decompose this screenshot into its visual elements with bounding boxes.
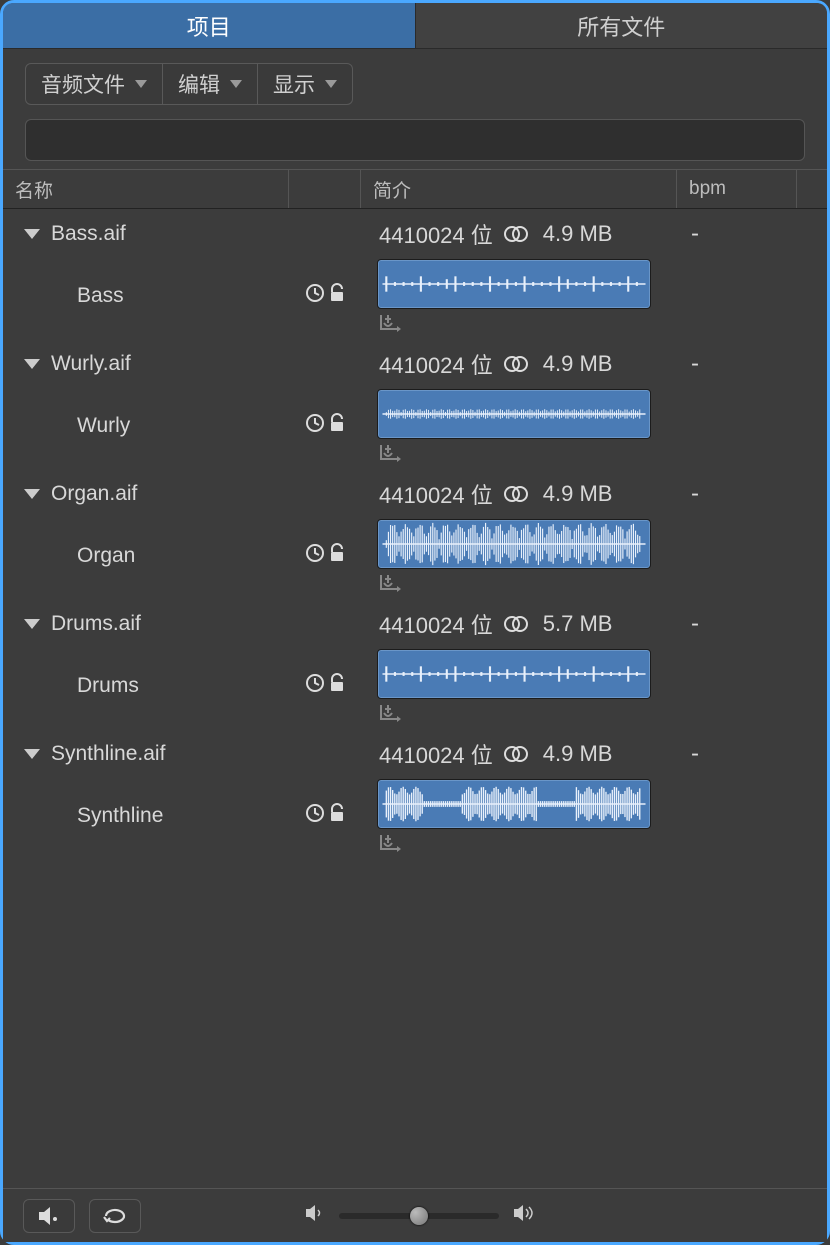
file-bpm: - bbox=[677, 220, 797, 248]
file-spec: 4410024 位 bbox=[379, 738, 493, 770]
column-bpm[interactable]: bpm bbox=[677, 170, 797, 208]
file-item[interactable]: Organ.aif 4410024 位 4.9 MB - Organ bbox=[3, 469, 827, 599]
view-label: 显示 bbox=[273, 69, 315, 99]
file-name[interactable]: Bass.aif bbox=[51, 222, 287, 246]
waveform-preview[interactable] bbox=[377, 389, 651, 439]
clock-icon bbox=[305, 283, 325, 309]
region-row[interactable]: Organ bbox=[3, 519, 827, 599]
column-icons[interactable] bbox=[289, 170, 361, 208]
file-spec: 4410024 位 bbox=[379, 218, 493, 250]
column-pad bbox=[797, 170, 827, 208]
file-size: 4.9 MB bbox=[543, 481, 613, 507]
stereo-icon bbox=[503, 354, 529, 374]
unlock-icon[interactable] bbox=[329, 803, 345, 829]
disclosure-triangle-icon[interactable] bbox=[23, 229, 41, 239]
file-size: 5.7 MB bbox=[543, 611, 613, 637]
loop-icon bbox=[101, 1206, 129, 1226]
disclosure-triangle-icon[interactable] bbox=[23, 359, 41, 369]
region-name[interactable]: Wurly bbox=[51, 414, 289, 438]
volume-slider[interactable] bbox=[339, 1213, 499, 1219]
file-size: 4.9 MB bbox=[543, 741, 613, 767]
stereo-icon bbox=[503, 744, 529, 764]
region-row[interactable]: Synthline bbox=[3, 779, 827, 859]
anchor-icon bbox=[379, 703, 403, 723]
loop-button[interactable] bbox=[89, 1199, 141, 1233]
audio-file-list[interactable]: Bass.aif 4410024 位 4.9 MB - Bass Wurly.aif 4… bbox=[3, 209, 827, 1188]
waveform-preview[interactable] bbox=[377, 259, 651, 309]
speaker-icon bbox=[37, 1206, 61, 1226]
view-menu[interactable]: 显示 bbox=[258, 63, 353, 105]
column-name[interactable]: 名称 bbox=[3, 170, 289, 208]
anchor-icon bbox=[379, 313, 403, 333]
search-input[interactable] bbox=[25, 119, 805, 161]
file-bpm: - bbox=[677, 480, 797, 508]
anchor-icon bbox=[379, 443, 403, 463]
audio-files-menu[interactable]: 音频文件 bbox=[25, 63, 163, 105]
file-item[interactable]: Drums.aif 4410024 位 5.7 MB - Drums bbox=[3, 599, 827, 729]
stereo-icon bbox=[503, 484, 529, 504]
file-size: 4.9 MB bbox=[543, 351, 613, 377]
region-row[interactable]: Wurly bbox=[3, 389, 827, 469]
tab-project[interactable]: 项目 bbox=[3, 3, 415, 49]
file-spec: 4410024 位 bbox=[379, 478, 493, 510]
region-row[interactable]: Bass bbox=[3, 259, 827, 339]
clock-icon bbox=[305, 413, 325, 439]
anchor-icon bbox=[379, 833, 403, 853]
column-info[interactable]: 简介 bbox=[361, 170, 677, 208]
file-item[interactable]: Wurly.aif 4410024 位 4.9 MB - Wurly bbox=[3, 339, 827, 469]
slider-thumb[interactable] bbox=[410, 1207, 428, 1225]
file-bpm: - bbox=[677, 740, 797, 768]
clock-icon bbox=[305, 543, 325, 569]
stereo-icon bbox=[503, 614, 529, 634]
file-spec: 4410024 位 bbox=[379, 608, 493, 640]
tab-bar: 项目 所有文件 bbox=[3, 3, 827, 49]
clock-icon bbox=[305, 673, 325, 699]
disclosure-triangle-icon[interactable] bbox=[23, 489, 41, 499]
region-name[interactable]: Drums bbox=[51, 674, 289, 698]
unlock-icon[interactable] bbox=[329, 543, 345, 569]
file-bpm: - bbox=[677, 610, 797, 638]
clock-icon bbox=[305, 803, 325, 829]
region-row[interactable]: Drums bbox=[3, 649, 827, 729]
audio-files-label: 音频文件 bbox=[41, 69, 125, 99]
region-name[interactable]: Organ bbox=[51, 544, 289, 568]
file-name[interactable]: Synthline.aif bbox=[51, 742, 287, 766]
unlock-icon[interactable] bbox=[329, 283, 345, 309]
edit-label: 编辑 bbox=[178, 69, 220, 99]
region-name[interactable]: Bass bbox=[51, 284, 289, 308]
preview-play-button[interactable] bbox=[23, 1199, 75, 1233]
region-name[interactable]: Synthline bbox=[51, 804, 289, 828]
file-size: 4.9 MB bbox=[543, 221, 613, 247]
column-headers: 名称 简介 bpm bbox=[3, 169, 827, 209]
stereo-icon bbox=[503, 224, 529, 244]
toolbar: 音频文件 编辑 显示 bbox=[3, 49, 827, 169]
tab-all-files[interactable]: 所有文件 bbox=[415, 3, 828, 49]
anchor-icon bbox=[379, 573, 403, 593]
waveform-preview[interactable] bbox=[377, 779, 651, 829]
unlock-icon[interactable] bbox=[329, 413, 345, 439]
file-name[interactable]: Wurly.aif bbox=[51, 352, 287, 376]
volume-high-icon bbox=[513, 1204, 537, 1228]
volume-low-icon bbox=[305, 1204, 325, 1228]
disclosure-triangle-icon[interactable] bbox=[23, 619, 41, 629]
file-item[interactable]: Synthline.aif 4410024 位 4.9 MB - Synthline bbox=[3, 729, 827, 859]
waveform-preview[interactable] bbox=[377, 649, 651, 699]
disclosure-triangle-icon[interactable] bbox=[23, 749, 41, 759]
unlock-icon[interactable] bbox=[329, 673, 345, 699]
waveform-preview[interactable] bbox=[377, 519, 651, 569]
file-name[interactable]: Organ.aif bbox=[51, 482, 287, 506]
chevron-down-icon bbox=[325, 80, 337, 88]
file-item[interactable]: Bass.aif 4410024 位 4.9 MB - Bass bbox=[3, 209, 827, 339]
chevron-down-icon bbox=[230, 80, 242, 88]
footer bbox=[3, 1188, 827, 1242]
file-name[interactable]: Drums.aif bbox=[51, 612, 287, 636]
chevron-down-icon bbox=[135, 80, 147, 88]
file-bpm: - bbox=[677, 350, 797, 378]
edit-menu[interactable]: 编辑 bbox=[163, 63, 258, 105]
file-spec: 4410024 位 bbox=[379, 348, 493, 380]
